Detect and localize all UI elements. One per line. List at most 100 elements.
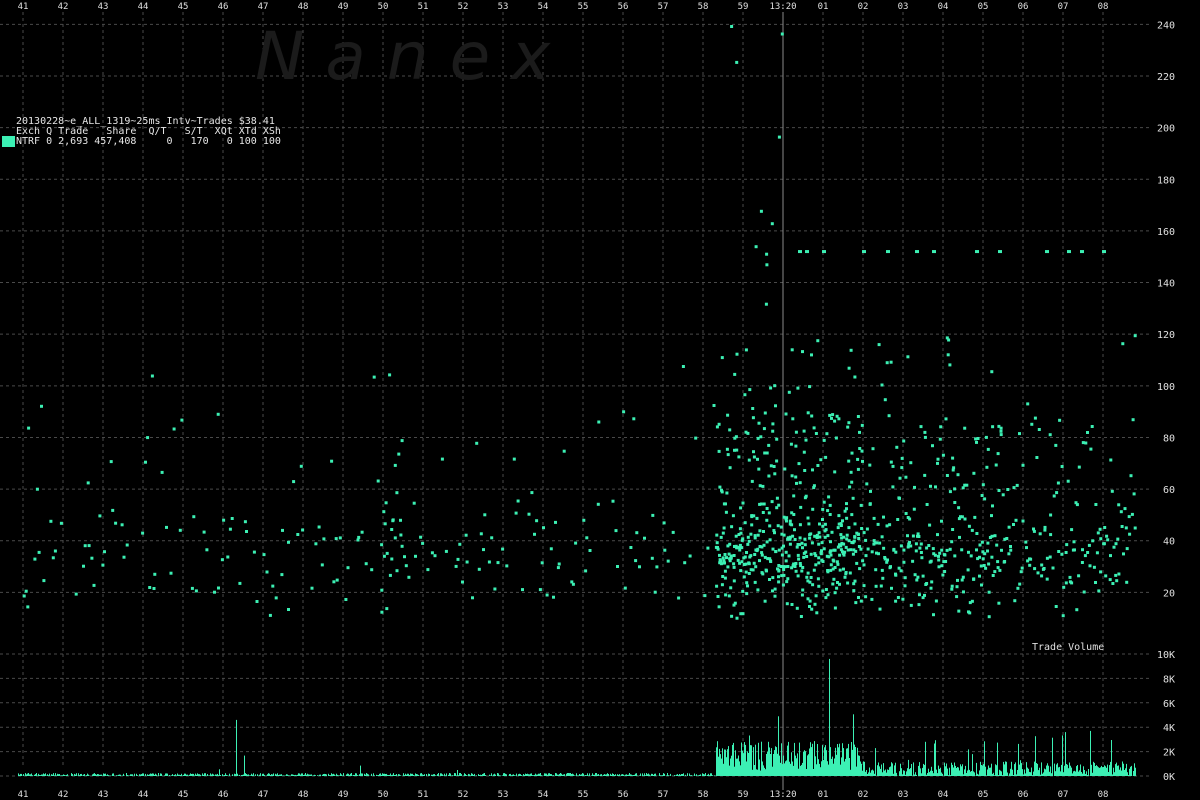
trade-point: [440, 457, 444, 461]
trade-point: [638, 565, 641, 569]
volume-bar: [620, 775, 621, 776]
volume-bar: [747, 751, 748, 776]
volume-bar: [295, 774, 296, 776]
trade-point: [818, 535, 822, 539]
volume-bar: [437, 774, 438, 776]
volume-bar: [987, 769, 988, 776]
trade-point: [739, 531, 743, 535]
volume-bar: [593, 774, 594, 776]
volume-bar: [204, 773, 205, 776]
volume-bar: [510, 773, 511, 776]
trade-point: [42, 579, 46, 583]
volume-bar: [209, 775, 210, 776]
volume-bar: [664, 773, 665, 776]
trade-point: [858, 447, 862, 450]
trade-point: [768, 538, 772, 542]
volume-bar: [176, 775, 177, 776]
volume-bar: [596, 773, 597, 776]
trade-point: [828, 413, 832, 417]
volume-bar: [617, 774, 618, 776]
volume-bar: [198, 774, 199, 776]
trade-point: [757, 421, 761, 425]
trade-point: [810, 607, 814, 611]
trade-point: [744, 562, 748, 566]
volume-bar: [639, 775, 640, 776]
trade-point: [1090, 425, 1094, 428]
volume-bar: [993, 772, 994, 776]
volume-bar: [604, 774, 605, 776]
volume-bar: [1065, 732, 1066, 776]
volume-bar: [29, 774, 30, 776]
trade-point: [681, 365, 685, 368]
vol-y-tick-3: 6K: [1163, 699, 1175, 710]
trade-point: [948, 363, 952, 367]
volume-bar: [237, 773, 238, 776]
trade-point: [830, 530, 834, 534]
volume-bar: [846, 748, 847, 776]
trade-point: [816, 577, 820, 581]
volume-bar: [569, 773, 570, 776]
volume-bar: [733, 742, 734, 776]
trade-point: [783, 565, 787, 569]
volume-bar: [837, 744, 838, 776]
volume-bar: [751, 745, 752, 776]
trade-point: [925, 582, 929, 585]
trade-point: [870, 550, 874, 554]
trade-point: [743, 521, 747, 525]
trade-point: [758, 559, 761, 563]
volume-bar: [901, 768, 902, 776]
volume-bar: [780, 762, 781, 776]
volume-bar: [884, 770, 885, 776]
trade-point: [722, 526, 726, 530]
trade-point: [111, 508, 115, 512]
trade-point: [635, 531, 639, 535]
trade-point: [923, 593, 926, 597]
trade-point: [98, 514, 102, 518]
volume-bar: [653, 774, 654, 776]
volume-bar: [395, 774, 396, 776]
volume-bar: [1048, 765, 1049, 776]
trade-point: [1088, 564, 1092, 568]
volume-bar: [581, 774, 582, 776]
volume-bar: [922, 767, 923, 776]
volume-bar: [726, 757, 727, 776]
trade-point: [1014, 518, 1018, 522]
volume-bar: [191, 774, 192, 776]
trade-point: [1114, 542, 1118, 546]
volume-bar: [624, 775, 625, 776]
trade-point: [274, 596, 278, 600]
volume-bar: [984, 741, 985, 776]
volume-bar: [1032, 775, 1033, 776]
trade-point: [749, 554, 753, 558]
volume-bar: [558, 774, 559, 776]
volume-bar: [525, 773, 526, 776]
trade-point: [773, 472, 777, 476]
volume-bar: [762, 761, 763, 776]
volume-bar: [826, 750, 827, 776]
trade-point: [823, 535, 827, 539]
trade-point: [809, 532, 813, 536]
volume-bar: [859, 755, 860, 776]
trade-point: [743, 555, 747, 559]
volume-bar: [811, 747, 812, 776]
trade-point: [871, 447, 875, 451]
trade-point: [821, 507, 825, 511]
trade-point: [1048, 555, 1052, 559]
trade-point: [837, 514, 841, 518]
trade-point: [1049, 513, 1053, 517]
trade-point: [891, 485, 895, 489]
volume-bar: [707, 774, 708, 776]
trade-point: [465, 560, 469, 564]
volume-bar: [750, 745, 751, 776]
trade-point-152-0: [798, 250, 802, 254]
volume-bar: [175, 774, 176, 776]
trade-point: [923, 435, 927, 439]
trade-point: [1013, 599, 1017, 603]
trade-point: [746, 542, 750, 546]
trade-point: [761, 484, 765, 488]
trade-point: [731, 514, 735, 518]
volume-bar: [930, 770, 931, 776]
trade-point: [889, 460, 893, 464]
volume-bar: [1015, 762, 1016, 776]
trade-point: [817, 584, 821, 588]
